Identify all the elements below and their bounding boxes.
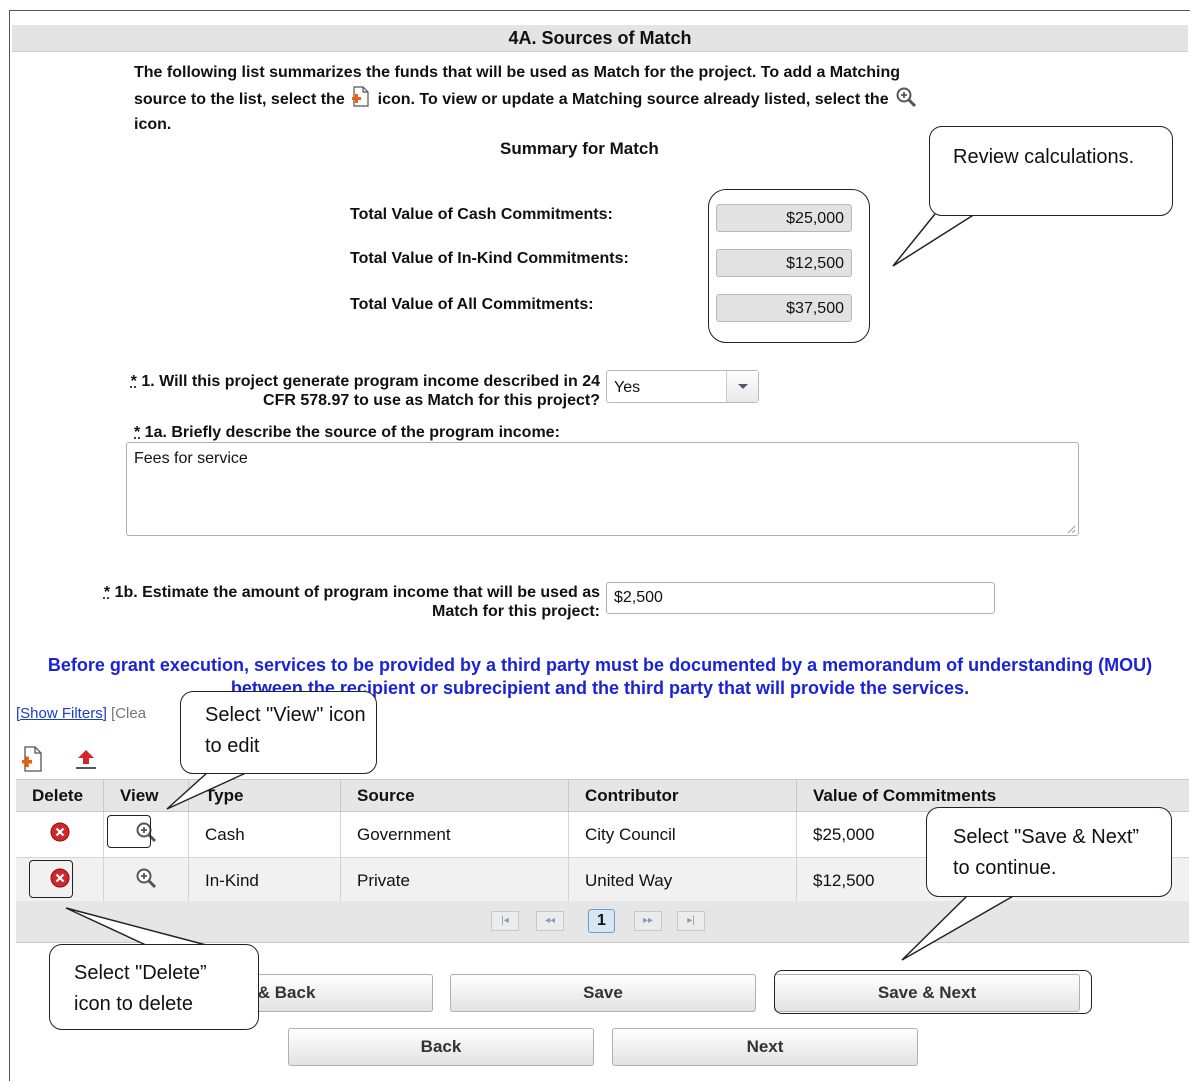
callout-review-calculations: Review calculations. [929, 126, 1173, 216]
callout-save-next: Select "Save & Next” to continue. [926, 807, 1172, 897]
callout-view-icon: Select "View" icon to edit [180, 691, 377, 774]
callout-delete-icon: Select "Delete” icon to delete [49, 944, 259, 1030]
